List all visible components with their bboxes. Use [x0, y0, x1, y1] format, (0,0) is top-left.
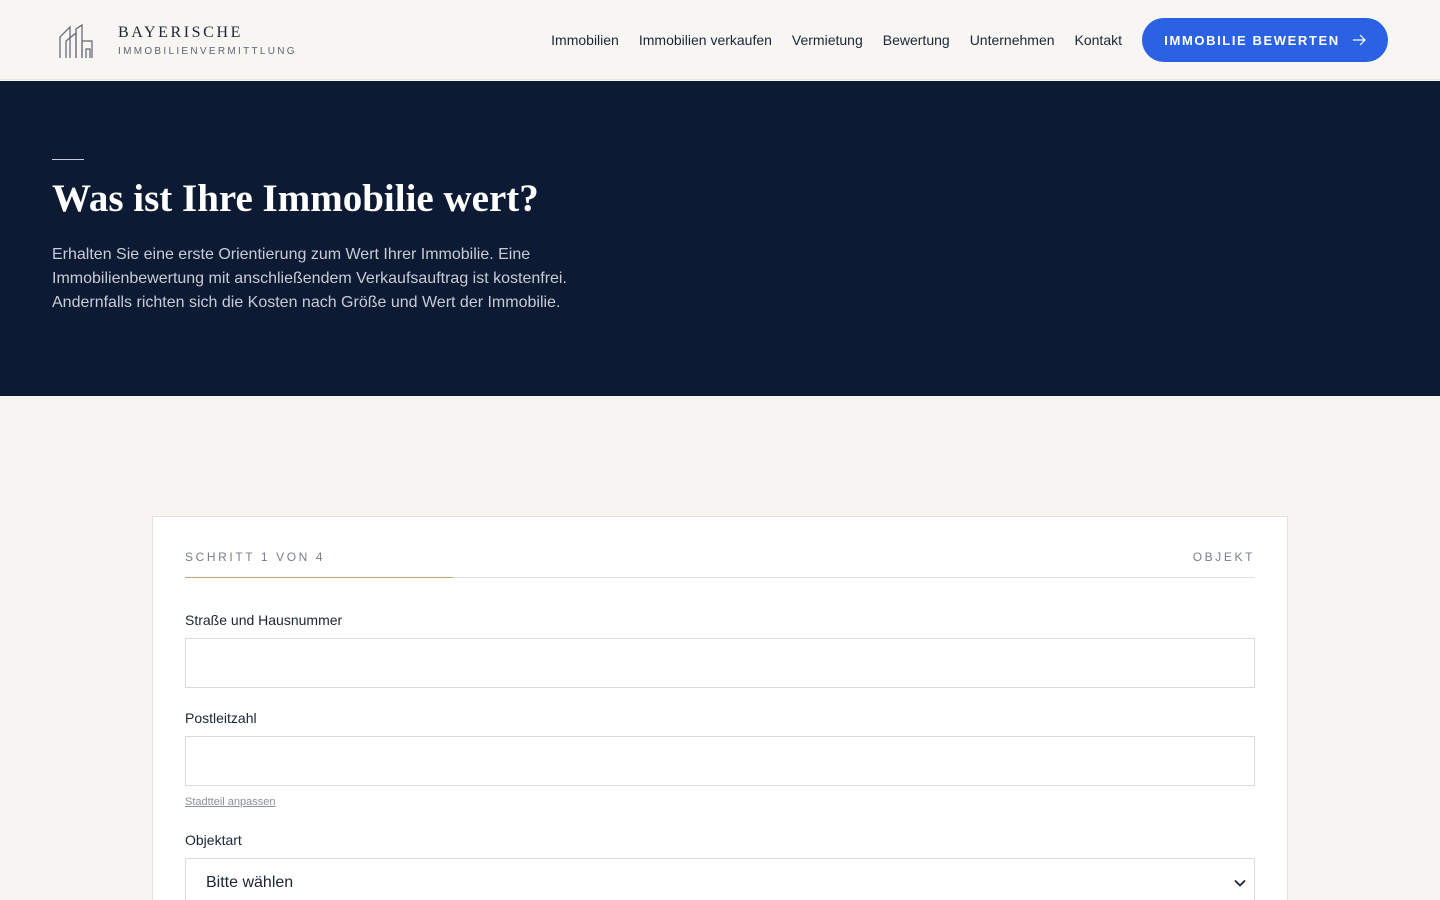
step-progress-bar [185, 577, 1255, 578]
valuation-form-card: SCHRITT 1 VON 4 OBJEKT Straße und Hausnu… [152, 516, 1288, 900]
property-type-value: Bitte wählen [206, 874, 294, 891]
brand-logo[interactable]: BAYERISCHE IMMOBILIENVERMITTLUNG [58, 22, 297, 60]
property-type-label: Objektart [185, 832, 242, 848]
zip-label: Postleitzahl [185, 710, 257, 726]
street-label: Straße und Hausnummer [185, 612, 343, 628]
step-indicator: SCHRITT 1 VON 4 [185, 550, 326, 564]
page-title: Was ist Ihre Immobilie wert? [52, 177, 539, 220]
site-header: BAYERISCHE IMMOBILIENVERMITTLUNG Immobil… [0, 0, 1440, 80]
adjust-district-link[interactable]: Stadtteil anpassen [185, 796, 276, 808]
step-progress-fill [185, 577, 453, 578]
property-type-select[interactable]: Bitte wählen [185, 858, 1255, 900]
nav-item-immobilien[interactable]: Immobilien [551, 32, 619, 48]
street-input[interactable] [185, 638, 1255, 688]
valuate-property-button[interactable]: IMMOBILIE BEWERTEN [1142, 18, 1388, 62]
nav-item-vermietung[interactable]: Vermietung [792, 32, 863, 48]
step-title: OBJEKT [1192, 550, 1255, 564]
arrow-right-icon [1352, 34, 1366, 46]
building-logo-icon [59, 23, 93, 58]
main-nav: Immobilien Immobilien verkaufen Vermietu… [551, 0, 1122, 80]
nav-item-kontakt[interactable]: Kontakt [1075, 32, 1122, 48]
nav-item-unternehmen[interactable]: Unternehmen [970, 32, 1055, 48]
cta-label: IMMOBILIE BEWERTEN [1164, 32, 1340, 48]
brand-tagline: IMMOBILIENVERMITTLUNG [118, 46, 297, 57]
hero-description: Erhalten Sie eine erste Orientierung zum… [52, 246, 567, 311]
nav-item-bewertung[interactable]: Bewertung [883, 32, 950, 48]
zip-input[interactable] [185, 736, 1255, 786]
brand-name: BAYERISCHE [118, 24, 243, 41]
chevron-down-icon [1234, 879, 1246, 887]
hero-divider [52, 159, 84, 160]
nav-item-immobilien-verkaufen[interactable]: Immobilien verkaufen [639, 32, 772, 48]
hero-section: Was ist Ihre Immobilie wert? Erhalten Si… [0, 81, 1440, 396]
